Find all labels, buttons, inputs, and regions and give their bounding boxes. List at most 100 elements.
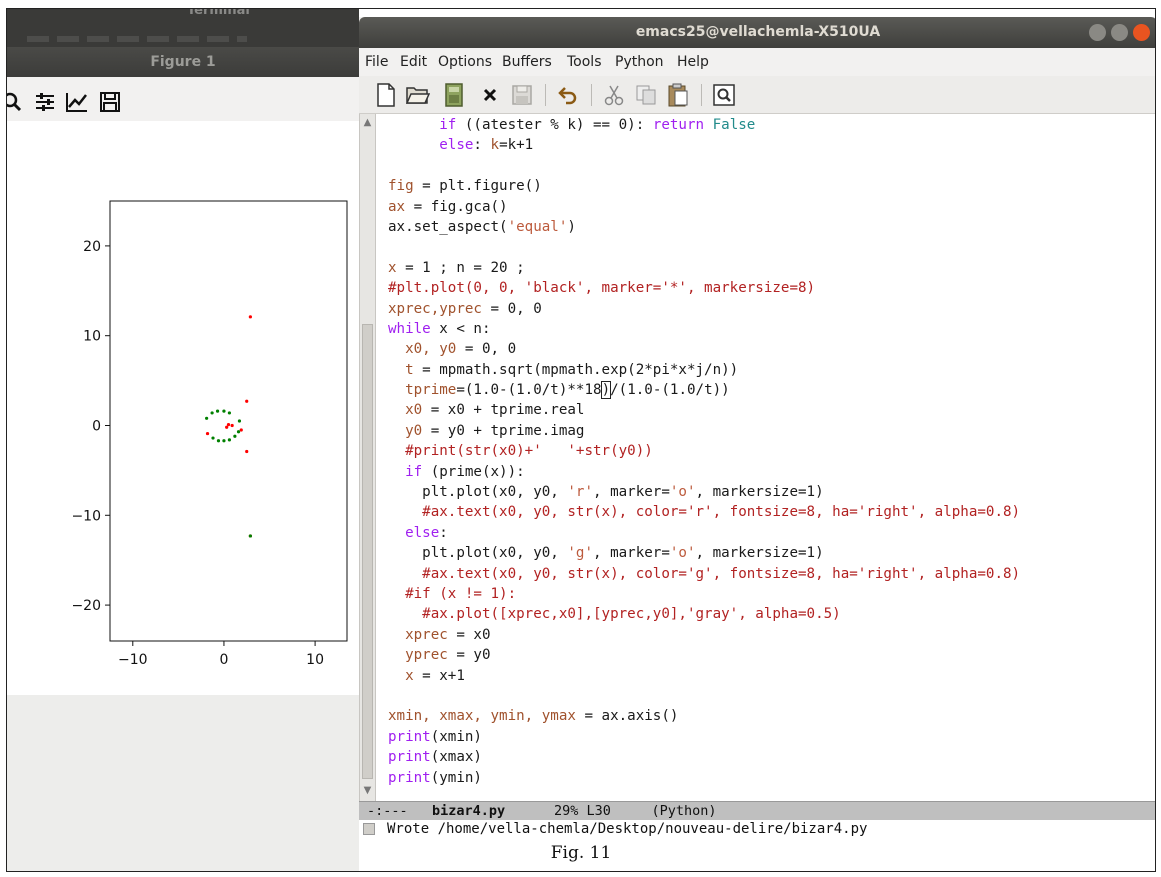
code-line[interactable]: ax.set_aspect('equal') <box>388 217 1020 237</box>
scroll-down-arrow-icon[interactable]: ▼ <box>362 784 373 798</box>
code-line[interactable]: if ((atester % k) == 0): return False <box>388 115 1020 135</box>
cut-icon[interactable] <box>601 82 627 108</box>
code-line[interactable]: xmin, xmax, ymin, ymax = ax.axis() <box>388 706 1020 726</box>
menu-buffers[interactable]: Buffers <box>502 54 552 70</box>
data-point <box>226 422 231 427</box>
plot-axes-frame <box>109 200 348 642</box>
minimize-button[interactable] <box>1089 24 1106 41</box>
menu-file[interactable]: File <box>365 54 388 70</box>
code-line[interactable]: #ax.text(x0, y0, str(x), color='r', font… <box>388 502 1020 522</box>
code-line[interactable]: #if (x != 1): <box>388 584 1020 604</box>
toolbar-separator <box>545 84 546 106</box>
code-line[interactable]: ax = fig.gca() <box>388 197 1020 217</box>
search-icon[interactable] <box>711 82 737 108</box>
code-line[interactable]: x = 1 ; n = 20 ; <box>388 258 1020 278</box>
modeline-buffer-name[interactable]: bizar4.py <box>432 803 505 819</box>
modeline-major-mode[interactable]: (Python) <box>652 803 717 819</box>
minibuffer-message: Wrote /home/vella-chemla/Desktop/nouveau… <box>387 821 868 837</box>
vertical-scrollbar[interactable]: ▲ ▼ <box>360 114 376 801</box>
data-point <box>210 411 214 415</box>
data-point <box>245 449 249 454</box>
code-line[interactable]: yprec = y0 <box>388 645 1020 665</box>
data-point <box>230 423 234 428</box>
code-line[interactable] <box>388 686 1020 706</box>
copy-icon[interactable] <box>633 82 659 108</box>
emacs-window: emacs25@vellachemla-X510UA File Edit Opt… <box>359 17 1155 839</box>
data-point <box>205 416 209 420</box>
x-tick-label: 0 <box>219 652 228 668</box>
figure-window-title: Figure 1 <box>150 54 216 70</box>
menu-options[interactable]: Options <box>438 54 492 70</box>
scrollbar-thumb[interactable] <box>362 324 373 779</box>
menu-help[interactable]: Help <box>677 54 709 70</box>
save-icon[interactable] <box>99 91 121 113</box>
save-buffer-icon[interactable] <box>441 82 467 108</box>
data-point <box>237 419 242 423</box>
new-file-icon[interactable] <box>373 82 399 108</box>
configure-subplots-icon[interactable] <box>34 91 56 113</box>
data-point <box>239 428 243 432</box>
code-line[interactable]: #plt.plot(0, 0, 'black', marker='*', mar… <box>388 278 1020 298</box>
minibuffer[interactable]: Wrote /home/vella-chemla/Desktop/nouveau… <box>359 820 1155 839</box>
code-line[interactable]: print(ymin) <box>388 768 1020 788</box>
data-point <box>227 411 232 415</box>
code-line[interactable]: while x < n: <box>388 319 1020 339</box>
x-tick-label: −10 <box>118 652 148 668</box>
code-line[interactable]: plt.plot(x0, y0, 'r', marker='o', marker… <box>388 482 1020 502</box>
code-line[interactable]: x0, y0 = 0, 0 <box>388 339 1020 359</box>
menu-bar: File Edit Options Buffers Tools Python H… <box>359 48 1155 76</box>
code-line[interactable]: #print(str(x0)+' '+str(y0)) <box>388 441 1020 461</box>
code-line[interactable] <box>388 156 1020 176</box>
code-line[interactable]: x = x+1 <box>388 666 1020 686</box>
close-buffer-icon[interactable] <box>477 82 503 108</box>
menu-python[interactable]: Python <box>615 54 664 70</box>
open-folder-icon[interactable] <box>405 82 431 108</box>
x-tick-label: 10 <box>306 652 324 668</box>
menu-edit[interactable]: Edit <box>400 54 427 70</box>
toolbar-separator <box>701 84 702 106</box>
zoom-icon[interactable] <box>6 91 23 113</box>
edit-axis-icon[interactable] <box>65 91 89 113</box>
y-tick-label: 0 <box>92 418 101 434</box>
code-line[interactable]: y0 = y0 + tprime.imag <box>388 421 1020 441</box>
maximize-button[interactable] <box>1111 24 1128 41</box>
y-tick-label: 10 <box>83 329 101 345</box>
code-line[interactable]: xprec,yprec = 0, 0 <box>388 299 1020 319</box>
data-point <box>236 430 241 434</box>
terminal-window-titlebar[interactable]: Terminal <box>7 9 359 47</box>
code-line[interactable]: plt.plot(x0, y0, 'g', marker='o', marker… <box>388 543 1020 563</box>
paste-icon[interactable] <box>665 82 691 108</box>
data-point <box>216 439 221 443</box>
figure-caption: Fig. 11 <box>550 843 612 863</box>
code-line[interactable]: tprime=(1.0-(1.0/t)**18)/(1.0-(1.0/t)) <box>388 380 1020 400</box>
figure-canvas[interactable]: −10 0 10 20 10 0 −10 −20 <box>7 121 359 695</box>
code-line[interactable]: print(xmin) <box>388 727 1020 747</box>
code-line[interactable]: x0 = x0 + tprime.real <box>388 400 1020 420</box>
code-line[interactable]: fig = plt.figure() <box>388 176 1020 196</box>
code-line[interactable]: #ax.plot([xprec,x0],[yprec,y0],'gray', a… <box>388 604 1020 624</box>
code-area[interactable]: if ((atester % k) == 0): return False el… <box>388 115 1020 788</box>
code-line[interactable] <box>388 237 1020 257</box>
code-line[interactable]: if (prime(x)): <box>388 462 1020 482</box>
modeline-status: -:--- <box>367 803 408 819</box>
emacs-titlebar[interactable]: emacs25@vellachemla-X510UA <box>359 17 1155 48</box>
close-window-button[interactable] <box>1133 24 1150 41</box>
data-point <box>205 431 210 436</box>
code-line[interactable]: else: k=k+1 <box>388 135 1020 155</box>
scroll-up-arrow-icon[interactable]: ▲ <box>362 116 373 130</box>
editor-buffer[interactable]: ▲ ▼ if ((atester % k) == 0): return Fals… <box>359 114 1155 801</box>
code-line[interactable]: #ax.text(x0, y0, str(x), color='g', font… <box>388 564 1020 584</box>
mode-line: -:--- bizar4.py 29% L30 (Python) <box>359 801 1155 820</box>
data-point <box>245 399 249 403</box>
code-line[interactable]: t = mpmath.sqrt(mpmath.exp(2*pi*x*j/n)) <box>388 360 1020 380</box>
undo-icon[interactable] <box>555 82 581 108</box>
data-point <box>211 436 215 440</box>
code-line[interactable]: xprec = x0 <box>388 625 1020 645</box>
y-tick-label: 20 <box>83 239 101 255</box>
figure-window-titlebar[interactable]: Figure 1 <box>7 47 359 77</box>
code-line[interactable]: print(xmax) <box>388 747 1020 767</box>
data-point <box>222 409 226 413</box>
save-disabled-icon[interactable] <box>509 82 535 108</box>
code-line[interactable]: else: <box>388 523 1020 543</box>
menu-tools[interactable]: Tools <box>567 54 602 70</box>
